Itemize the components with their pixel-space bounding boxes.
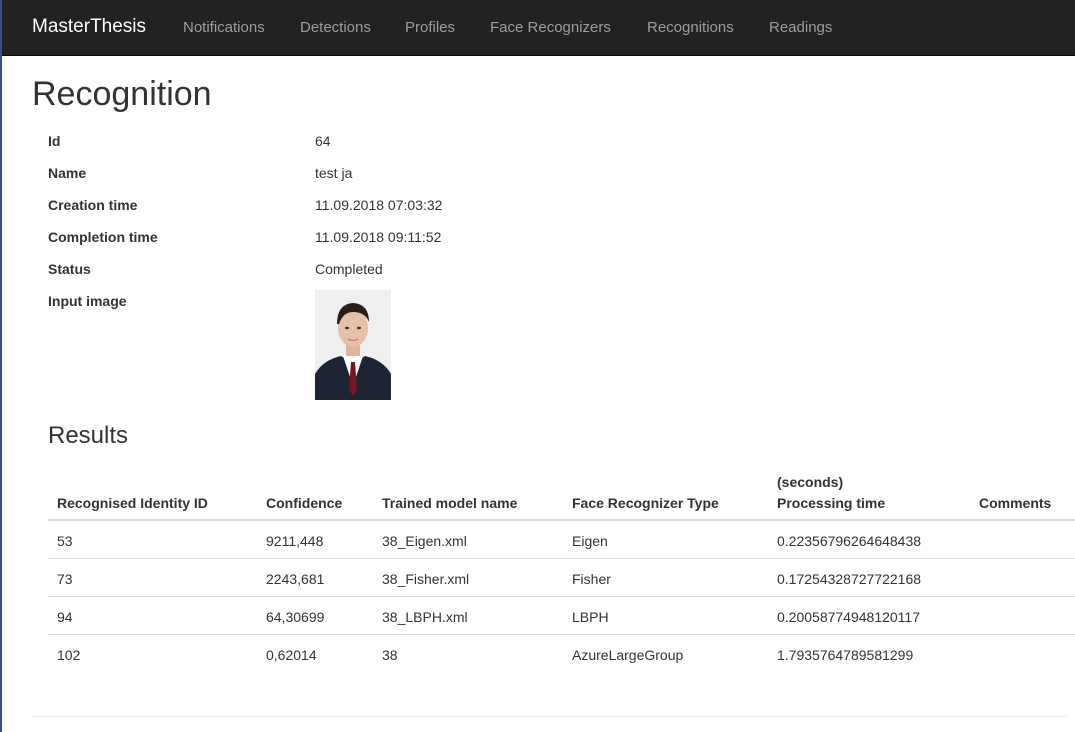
table-header-divider — [48, 519, 1075, 521]
creation-time-label: Creation time — [48, 197, 138, 213]
cell-identity: 53 — [57, 533, 73, 549]
cell-type: Fisher — [572, 571, 611, 587]
col-confidence-header: Confidence — [266, 495, 343, 511]
nav-profiles[interactable]: Profiles — [405, 19, 455, 37]
creation-time-value: 11.09.2018 07:03:32 — [315, 197, 443, 213]
col-type-header: Face Recognizer Type — [572, 495, 719, 511]
row-divider — [48, 634, 1075, 635]
col-identity-header: Recognised Identity ID — [57, 495, 208, 511]
cell-model: 38_Eigen.xml — [382, 533, 467, 549]
cell-type: AzureLargeGroup — [572, 647, 684, 663]
cell-identity: 102 — [57, 647, 81, 663]
col-model-header: Trained model name — [382, 495, 518, 511]
cell-time: 0.20058774948120117 — [777, 609, 921, 625]
cell-confidence: 2243,681 — [266, 571, 325, 587]
footer-divider — [32, 716, 1067, 717]
completion-time-label: Completion time — [48, 229, 158, 245]
brand-link[interactable]: MasterThesis — [32, 16, 146, 38]
cell-confidence: 9211,448 — [266, 533, 324, 549]
name-value: test ja — [315, 165, 353, 181]
cell-model: 38_LBPH.xml — [382, 609, 468, 625]
cell-identity: 73 — [57, 571, 73, 587]
cell-time: 1.7935764789581299 — [777, 647, 914, 663]
cell-time: 0.22356796264648438 — [777, 533, 922, 549]
nav-detections[interactable]: Detections — [300, 19, 371, 37]
id-label: Id — [48, 133, 61, 149]
completion-time-value: 11.09.2018 09:11:52 — [315, 229, 442, 245]
page-title: Recognition — [32, 75, 212, 113]
cell-confidence: 64,30699 — [266, 609, 325, 625]
col-time-header: Processing time — [777, 495, 886, 511]
cell-model: 38 — [382, 647, 398, 663]
page-frame: MasterThesis Notifications Detections Pr… — [0, 0, 1075, 732]
name-label: Name — [48, 165, 87, 181]
cell-confidence: 0,62014 — [266, 647, 317, 663]
row-divider — [48, 558, 1075, 559]
nav-face-recognizers[interactable]: Face Recognizers — [490, 19, 611, 37]
input-image-label: Input image — [48, 293, 127, 309]
id-value: 64 — [315, 133, 331, 149]
input-image — [315, 290, 391, 400]
col-time-unit-header: (seconds) — [777, 474, 844, 490]
cell-identity: 94 — [57, 609, 73, 625]
portrait-photo-icon — [315, 290, 391, 400]
cell-model: 38_Fisher.xml — [382, 571, 470, 587]
cell-type: Eigen — [572, 533, 608, 549]
nav-recognitions[interactable]: Recognitions — [647, 19, 734, 37]
row-divider — [48, 596, 1075, 597]
results-heading: Results — [48, 422, 129, 449]
top-navbar: MasterThesis Notifications Detections Pr… — [2, 0, 1075, 56]
status-label: Status — [48, 261, 91, 277]
cell-time: 0.17254328727722168 — [777, 571, 922, 587]
nav-readings[interactable]: Readings — [769, 19, 832, 37]
cell-type: LBPH — [572, 609, 609, 625]
col-comments-header: Comments — [979, 495, 1052, 511]
status-value: Completed — [315, 261, 383, 277]
nav-notifications[interactable]: Notifications — [183, 19, 265, 37]
